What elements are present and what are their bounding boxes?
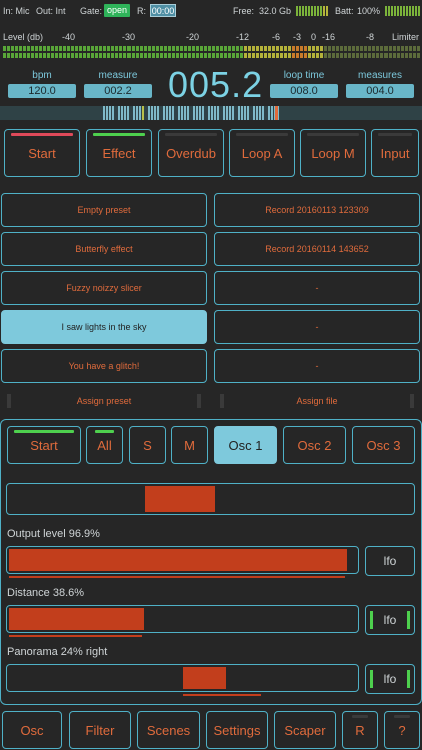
free-label: Free: — [233, 6, 255, 16]
output-lfo-button[interactable]: lfo — [365, 546, 415, 576]
file-slot[interactable]: Record 20160114 143652 — [214, 232, 420, 266]
distance-label: Distance 38.6% — [7, 587, 85, 599]
level-tick: -6 — [272, 32, 281, 42]
distance-slider[interactable] — [6, 605, 359, 637]
distance-fill — [9, 608, 144, 630]
level-scale: Level (db) -40 -30 -20 -12 -6 -3 0 -16 -… — [0, 30, 422, 44]
tab-start-led — [14, 430, 74, 433]
preset-slot[interactable]: You have a glitch! — [1, 349, 207, 383]
tab-osc-1[interactable]: Osc 1 — [214, 426, 277, 464]
status-bar: In: Mic Out: Int Gate: open R: 00:00 Fre… — [0, 0, 422, 22]
start-led — [11, 133, 73, 136]
measures-label: measures — [358, 70, 402, 81]
output-status: Out: Int — [36, 6, 66, 16]
loop-a-led — [236, 133, 288, 136]
file-slot[interactable]: - — [214, 271, 420, 305]
free-space-meter — [296, 6, 328, 16]
preset-slot-selected[interactable]: I saw lights in the sky — [1, 310, 207, 344]
level-label: Level (db) — [3, 32, 44, 42]
panorama-label: Panorama 24% right — [7, 646, 108, 658]
panorama-lfo-button[interactable]: lfo — [365, 664, 415, 694]
tab-m[interactable]: M — [171, 426, 208, 464]
level-meter-right — [3, 53, 420, 58]
loop-m-led — [307, 133, 359, 136]
free-value: 32.0 Gb — [259, 6, 292, 16]
lfo-led — [407, 611, 410, 629]
nav-scaper-button[interactable]: Scaper — [274, 711, 336, 749]
measure-value[interactable]: 002.2 — [84, 84, 152, 98]
output-level-slider[interactable] — [6, 546, 359, 578]
nav-r-button[interactable]: R — [342, 711, 378, 749]
position-window[interactable] — [145, 486, 215, 512]
file-slot[interactable]: - — [214, 349, 420, 383]
tab-all-led — [95, 430, 114, 433]
gate-status-badge[interactable]: open — [104, 4, 130, 17]
distance-lfo-button[interactable]: lfo — [365, 605, 415, 635]
output-level-fill — [9, 549, 347, 571]
limiter-label: Limiter — [392, 32, 420, 42]
level-tick: -8 — [366, 32, 375, 42]
effect-led — [93, 133, 145, 136]
tab-start[interactable]: Start — [7, 426, 81, 464]
preset-slot[interactable]: Butterfly effect — [1, 232, 207, 266]
panorama-slider[interactable] — [6, 664, 359, 696]
nav-scenes-button[interactable]: Scenes — [137, 711, 200, 749]
batt-label: Batt: — [335, 6, 354, 16]
help-led — [394, 715, 410, 718]
overdub-led — [165, 133, 217, 136]
preset-slot[interactable]: Empty preset — [1, 193, 207, 227]
level-meter-left — [3, 46, 420, 51]
bpm-value[interactable]: 120.0 — [8, 84, 76, 98]
level-tick: -20 — [186, 32, 200, 42]
nav-osc-button[interactable]: Osc — [2, 711, 62, 749]
lfo-led — [407, 670, 410, 688]
loop-timeline[interactable] — [0, 106, 422, 120]
effect-button[interactable]: Effect — [86, 129, 152, 177]
rec-label: R: — [137, 6, 146, 16]
gate-label: Gate: — [80, 6, 103, 16]
overdub-button[interactable]: Overdub — [158, 129, 224, 177]
input-status: In: Mic — [3, 6, 30, 16]
nav-settings-button[interactable]: Settings — [206, 711, 268, 749]
assign-preset-button[interactable]: Assign preset — [1, 392, 207, 410]
bpm-label: bpm — [32, 70, 52, 81]
r-led — [352, 715, 368, 718]
battery-meter — [385, 6, 420, 16]
tab-osc-3[interactable]: Osc 3 — [352, 426, 415, 464]
preset-slot[interactable]: Fuzzy noizzy slicer — [1, 271, 207, 305]
nav-filter-button[interactable]: Filter — [69, 711, 131, 749]
measures-value[interactable]: 004.0 — [346, 84, 414, 98]
level-tick: -3 — [293, 32, 302, 42]
lfo-led — [370, 611, 373, 629]
measure-label: measure — [98, 70, 138, 81]
loop-time-label: loop time — [283, 70, 325, 81]
level-tick: 0 — [311, 32, 317, 42]
panorama-fill — [183, 667, 226, 689]
lfo-led — [370, 670, 373, 688]
level-tick: -30 — [122, 32, 136, 42]
loop-a-button[interactable]: Loop A — [229, 129, 295, 177]
level-tick: -12 — [236, 32, 250, 42]
file-slot[interactable]: Record 20160113 123309 — [214, 193, 420, 227]
input-led — [378, 133, 412, 136]
position-display: 005.2 — [168, 64, 264, 105]
batt-value: 100% — [357, 6, 381, 16]
start-button[interactable]: Start — [4, 129, 80, 177]
help-button[interactable]: ? — [384, 711, 420, 749]
level-tick: -16 — [322, 32, 336, 42]
position-window-slider[interactable] — [6, 483, 415, 515]
input-button[interactable]: Input — [371, 129, 419, 177]
assign-file-button[interactable]: Assign file — [214, 392, 420, 410]
loop-time-value[interactable]: 008.0 — [270, 84, 338, 98]
file-slot[interactable]: - — [214, 310, 420, 344]
tab-s[interactable]: S — [129, 426, 166, 464]
loop-m-button[interactable]: Loop M — [300, 129, 366, 177]
tab-osc-2[interactable]: Osc 2 — [283, 426, 346, 464]
tab-all[interactable]: All — [86, 426, 123, 464]
output-level-label: Output level 96.9% — [7, 528, 100, 540]
rec-time-badge[interactable]: 00:00 — [150, 4, 176, 17]
level-tick: -40 — [62, 32, 76, 42]
